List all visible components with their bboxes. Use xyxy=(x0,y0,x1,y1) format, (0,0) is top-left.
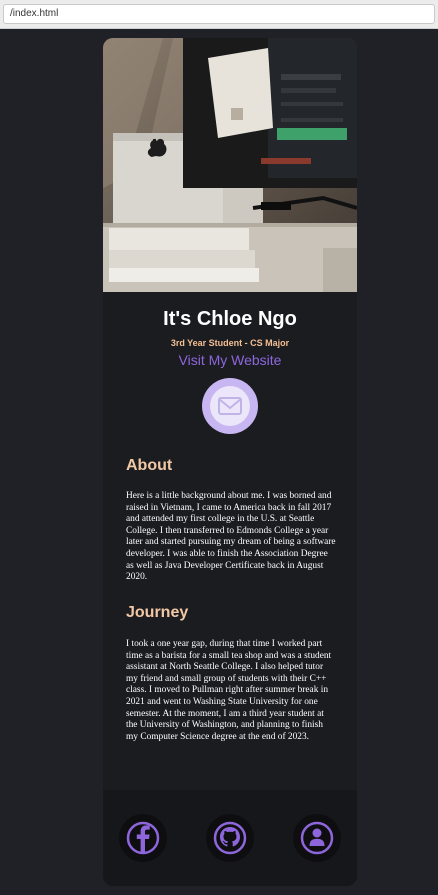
profile-button[interactable] xyxy=(293,814,341,862)
about-text: Here is a little background about me. I … xyxy=(126,491,336,583)
profile-subtitle: 3rd Year Student - CS Major xyxy=(170,338,290,348)
journey-text: I took a one year gap, during that time … xyxy=(126,639,332,742)
visit-website-link[interactable]: Visit My Website xyxy=(103,352,357,368)
email-button-inner xyxy=(210,386,250,426)
url-field[interactable]: /index.html xyxy=(3,4,435,24)
about-heading: About xyxy=(126,457,173,474)
github-icon xyxy=(213,821,247,855)
hero-photo xyxy=(103,38,357,292)
profile-name: It's Chloe Ngo xyxy=(163,308,297,330)
person-icon xyxy=(300,821,334,855)
browser-address-bar: /index.html xyxy=(0,0,438,29)
profile-card: It's Chloe Ngo 3rd Year Student - CS Maj… xyxy=(103,38,357,886)
journey-heading: Journey xyxy=(126,604,189,621)
facebook-button[interactable] xyxy=(119,814,167,862)
email-button[interactable] xyxy=(202,378,258,434)
github-button[interactable] xyxy=(206,814,254,862)
social-footer xyxy=(103,790,357,886)
facebook-icon xyxy=(126,821,160,855)
mail-icon xyxy=(218,397,242,415)
